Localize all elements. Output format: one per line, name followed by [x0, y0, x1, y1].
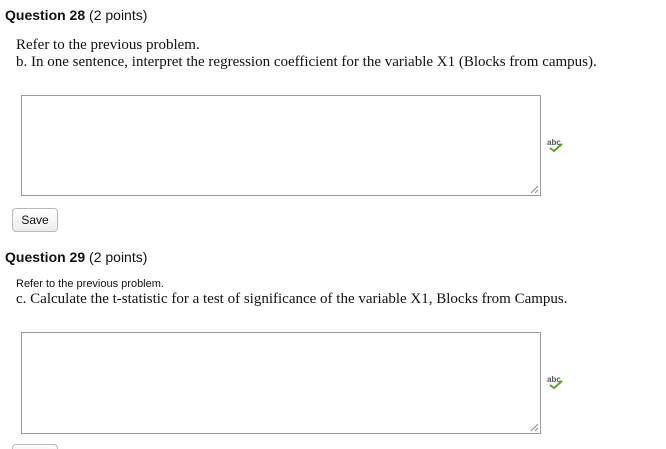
question-28-header: Question 28 (2 points) [5, 7, 147, 23]
prompt-line-1: Refer to the previous problem. [16, 37, 200, 53]
quiz-page: Question 28 (2 points) Refer to the prev… [0, 0, 666, 449]
question-29-header: Question 29 (2 points) [5, 249, 147, 265]
save-button[interactable]: Save [12, 208, 58, 232]
question-number: Question 28 [5, 7, 86, 23]
resize-handle-icon[interactable] [530, 185, 539, 194]
question-number: Question 29 [5, 249, 86, 265]
question-29-prompt: Refer to the previous problem. c. Calcul… [16, 278, 568, 308]
spellcheck-icon[interactable]: abc [546, 137, 566, 153]
question-28-prompt: Refer to the previous problem. b. In one… [16, 37, 597, 71]
prompt-line-2: b. In one sentence, interpret the regres… [16, 54, 597, 70]
save-button[interactable] [12, 444, 58, 449]
resize-handle-icon[interactable] [530, 423, 539, 432]
answer-textarea-28[interactable] [21, 95, 541, 196]
question-points: (2 points) [89, 249, 148, 265]
spellcheck-icon[interactable]: abc [546, 374, 566, 390]
answer-textarea-29[interactable] [21, 332, 541, 434]
question-points: (2 points) [89, 7, 148, 23]
prompt-line-1: Refer to the previous problem. [16, 278, 164, 290]
prompt-line-2: c. Calculate the t-statistic for a test … [16, 291, 568, 307]
